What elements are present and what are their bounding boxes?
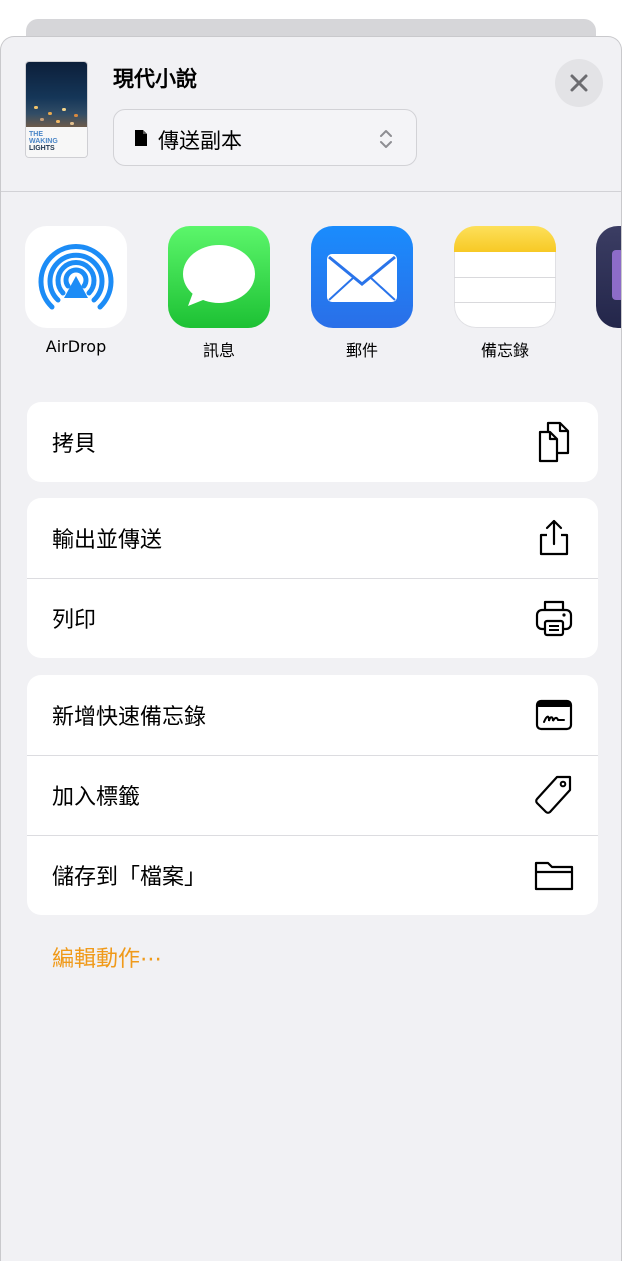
- document-thumbnail: THE WAKING LIGHTS: [26, 62, 87, 157]
- action-add-tags[interactable]: 加入標籤: [27, 755, 598, 835]
- action-group-more: 新增快速備忘錄 加入標籤 儲存到「檔案」: [27, 675, 598, 915]
- share-icon: [532, 516, 576, 560]
- notes-line: [454, 302, 556, 303]
- action-group-copy: 拷貝: [27, 402, 598, 482]
- edit-actions-link[interactable]: 編輯動作⋯: [52, 941, 162, 973]
- action-label: 輸出並傳送: [52, 528, 163, 553]
- notes-icon: [454, 226, 556, 328]
- send-mode-picker[interactable]: 傳送副本: [113, 109, 417, 166]
- app-label: 訊息: [202, 341, 235, 360]
- app-partially-visible[interactable]: [596, 226, 621, 328]
- app-label: 備忘錄: [480, 341, 529, 360]
- folder-icon: [532, 853, 576, 897]
- notes-header-band: [454, 226, 556, 252]
- action-copy[interactable]: 拷貝: [27, 402, 598, 482]
- messages-icon: [168, 226, 270, 328]
- app-share-row: AirDrop 訊息 郵件 備忘錄: [1, 226, 621, 366]
- thumbnail-cover-art: [26, 62, 87, 127]
- action-label: 拷貝: [52, 432, 97, 457]
- copy-icon: [532, 420, 576, 464]
- document-icon: [135, 130, 147, 146]
- share-sheet: THE WAKING LIGHTS 現代小說 傳送副本 AirDrop 訊息 郵…: [0, 36, 622, 1261]
- action-label: 儲存到「檔案」: [52, 865, 207, 890]
- mail-icon: [311, 226, 413, 328]
- printer-icon: [532, 596, 576, 640]
- action-label: 加入標籤: [52, 785, 141, 810]
- airdrop-icon: [25, 226, 127, 328]
- notes-line: [454, 277, 556, 278]
- action-label: 列印: [52, 608, 97, 633]
- action-group-export: 輸出並傳送 列印: [27, 498, 598, 658]
- share-sheet-header: THE WAKING LIGHTS 現代小說 傳送副本: [1, 37, 621, 192]
- send-mode-label: 傳送副本: [158, 129, 242, 153]
- document-title: 現代小說: [113, 67, 197, 91]
- thumbnail-title-line: WAKING: [29, 138, 58, 145]
- close-button[interactable]: [555, 59, 603, 107]
- thumbnail-title-line: THE: [29, 131, 43, 138]
- app-label: AirDrop: [45, 337, 107, 356]
- action-quick-note[interactable]: 新增快速備忘錄: [27, 675, 598, 755]
- thumbnail-title-block: THE WAKING LIGHTS: [26, 127, 87, 157]
- tag-icon: [532, 773, 576, 817]
- chevron-up-down-icon: [380, 130, 392, 148]
- thumbnail-title-line: LIGHTS: [29, 145, 55, 152]
- action-print[interactable]: 列印: [27, 578, 598, 658]
- action-export-and-send[interactable]: 輸出並傳送: [27, 498, 598, 578]
- app-label: 郵件: [345, 341, 378, 360]
- close-icon: [570, 74, 588, 92]
- action-label: 新增快速備忘錄: [52, 705, 207, 730]
- quick-note-icon: [532, 693, 576, 737]
- action-save-to-files[interactable]: 儲存到「檔案」: [27, 835, 598, 915]
